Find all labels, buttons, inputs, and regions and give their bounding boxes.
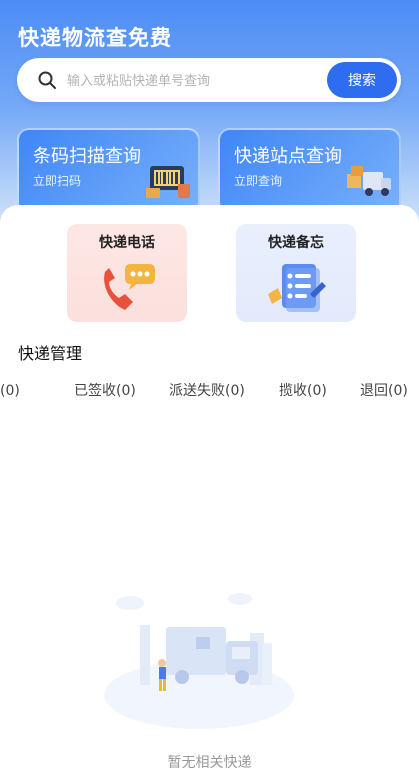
card-subtitle: 立即扫码: [33, 174, 82, 188]
delivery-truck-icon: [347, 166, 391, 196]
card-title: 条码扫描查询: [33, 146, 141, 167]
station-query-card[interactable]: 快递站点查询 立即查询: [218, 128, 401, 214]
phone-icon: [104, 264, 155, 310]
tab-delivery-failed[interactable]: 派送失败(0): [169, 380, 245, 400]
empty-delivery-illustration: [104, 593, 294, 729]
search-bar: 搜索: [17, 58, 401, 102]
search-button[interactable]: 搜索: [327, 62, 397, 98]
empty-state-text: 暂无相关快递: [167, 755, 252, 771]
search-icon: [38, 71, 56, 89]
status-tabs: 中(0) 已签收(0) 派送失败(0) 揽收(0) 退回(0): [0, 380, 419, 404]
barcode-scan-card[interactable]: 条码扫描查询 立即扫码: [17, 128, 200, 214]
courier-memo-tile[interactable]: 快递备忘: [236, 224, 356, 322]
tab-collected[interactable]: 揽收(0): [279, 380, 327, 400]
barcode-scanner-icon: [146, 166, 190, 198]
tab-in-transit[interactable]: 中(0): [0, 380, 20, 400]
section-title: 快递管理: [18, 344, 83, 363]
tab-returned[interactable]: 退回(0): [360, 380, 408, 400]
card-subtitle: 立即查询: [234, 174, 283, 188]
memo-icon: [268, 264, 326, 312]
page-title: 快递物流查免费: [18, 26, 172, 50]
card-title: 快递站点查询: [234, 146, 342, 167]
tile-label: 快递电话: [99, 235, 155, 251]
courier-phone-tile[interactable]: 快递电话: [67, 224, 187, 322]
tab-signed[interactable]: 已签收(0): [74, 380, 136, 400]
tile-label: 快递备忘: [268, 235, 324, 251]
search-input[interactable]: [65, 67, 339, 95]
